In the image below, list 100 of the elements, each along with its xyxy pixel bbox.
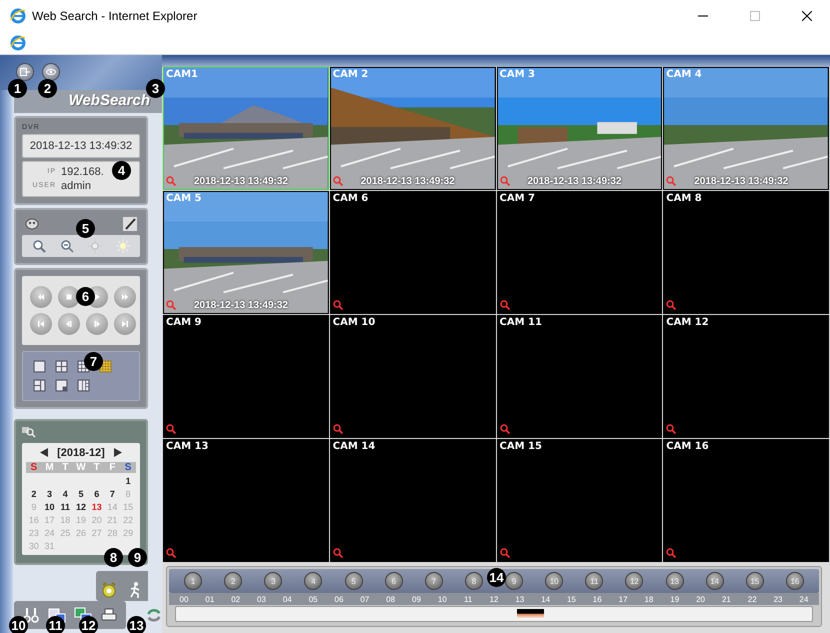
calendar-day[interactable]: 21 (104, 514, 120, 525)
calendar-day[interactable]: 9 (26, 502, 42, 512)
channel-button[interactable]: 15 (746, 572, 764, 590)
search-icon[interactable] (332, 548, 343, 558)
calendar-day[interactable]: 11 (57, 502, 74, 512)
search-icon[interactable] (166, 424, 176, 434)
channel-button[interactable]: 2 (224, 572, 242, 590)
calendar-day[interactable]: 4 (57, 488, 74, 499)
camera-tile[interactable]: CAM 12 (663, 315, 829, 438)
calendar-day[interactable]: 17 (42, 514, 58, 525)
camera-tile[interactable]: CAM 14 (330, 439, 496, 562)
calendar-day[interactable]: 19 (73, 514, 89, 525)
calendar-day[interactable]: 28 (104, 528, 120, 538)
timestamp: 2018-12-13 13:49:32 (194, 176, 288, 187)
channel-button[interactable]: 11 (585, 572, 604, 590)
layout-icon[interactable] (33, 360, 46, 373)
refresh-icon[interactable] (146, 606, 162, 624)
search-icon[interactable] (22, 426, 36, 438)
layout-icon[interactable] (55, 378, 68, 392)
layout-icon[interactable] (77, 378, 90, 392)
hour-label: 17 (618, 595, 629, 604)
camera-tile[interactable]: CAM 10 (330, 315, 496, 438)
calendar-day[interactable]: 1 (120, 476, 136, 486)
channel-button[interactable]: 13 (666, 572, 684, 590)
camera-tile[interactable]: CAM 8 (663, 191, 829, 314)
channel-button[interactable]: 14 (706, 572, 724, 590)
layout-icon[interactable] (33, 378, 46, 392)
channel-button[interactable]: 16 (786, 572, 804, 590)
calendar-day[interactable]: 6 (88, 488, 105, 499)
camera-tile[interactable]: CAM1 2018-12-13 13:49:32 (163, 67, 329, 190)
calendar-day[interactable]: 27 (88, 528, 105, 538)
pencil-icon[interactable] (122, 216, 138, 232)
calendar-day[interactable]: 20 (88, 514, 105, 525)
camera-tile[interactable]: CAM 6 (330, 191, 496, 314)
palette-icon[interactable] (24, 216, 40, 232)
search-icon[interactable] (666, 548, 676, 558)
channel-button[interactable]: 5 (344, 572, 363, 590)
camera-tile[interactable]: CAM 7 (496, 191, 662, 314)
calendar-day[interactable]: 14 (104, 502, 120, 512)
calendar-day[interactable]: 5 (73, 488, 89, 499)
search-icon[interactable] (332, 424, 343, 434)
calendar-day[interactable]: 10 (42, 502, 58, 512)
zoom-in-icon[interactable] (31, 238, 47, 254)
layout-icon[interactable] (55, 360, 68, 373)
search-icon[interactable] (332, 300, 343, 310)
channel-button[interactable]: 3 (264, 572, 282, 590)
calendar-day[interactable]: 16 (26, 514, 42, 525)
camera-tile[interactable]: CAM 5 2018-12-13 13:49:32 (163, 191, 329, 314)
exit-button[interactable] (16, 63, 34, 82)
calendar-day[interactable]: 15 (120, 502, 136, 512)
calendar-day[interactable]: 3 (42, 488, 58, 499)
zoom-out-icon[interactable] (59, 238, 75, 254)
camera-tile[interactable]: CAM 13 (163, 439, 329, 562)
calendar-day[interactable]: 22 (120, 514, 136, 525)
calendar-day[interactable]: 30 (26, 540, 42, 551)
timeline-track[interactable] (175, 606, 813, 622)
calendar-day[interactable]: 13 (88, 502, 105, 512)
calendar-day[interactable]: 8 (120, 488, 136, 499)
weekday-label: M (44, 462, 55, 473)
channel-button[interactable]: 8 (464, 572, 483, 590)
calendar-day[interactable]: 29 (120, 528, 136, 538)
calendar-day[interactable]: 7 (104, 488, 120, 499)
hour-label: 07 (359, 595, 370, 604)
eye-button[interactable] (42, 63, 60, 82)
channel-button[interactable]: 9 (505, 572, 524, 590)
channel-button[interactable]: 10 (545, 572, 564, 590)
hour-label: 03 (256, 595, 267, 604)
camera-tile[interactable]: CAM 2 2018-12-13 13:49:32 (330, 67, 496, 190)
next-month-icon[interactable] (112, 448, 122, 458)
search-icon[interactable] (666, 300, 676, 310)
calendar-day[interactable]: 24 (42, 528, 58, 538)
channel-button[interactable]: 4 (304, 572, 322, 590)
calendar-day[interactable]: 26 (73, 528, 89, 538)
channel-button[interactable]: 12 (625, 572, 644, 590)
calendar-day[interactable]: 2 (26, 488, 42, 499)
close-icon[interactable] (802, 11, 812, 21)
camera-tile[interactable]: CAM 9 (163, 315, 329, 438)
search-icon[interactable] (500, 300, 510, 310)
camera-tile[interactable]: CAM 11 (496, 315, 662, 438)
camera-tile[interactable]: CAM 3 2018-12-13 13:49:32 (496, 67, 662, 190)
previous-month-icon[interactable] (40, 448, 50, 458)
camera-tile[interactable]: CAM 4 2018-12-13 13:49:32 (663, 67, 829, 190)
search-icon[interactable] (500, 548, 510, 558)
camera-tile[interactable]: CAM 16 (663, 439, 829, 562)
search-icon[interactable] (500, 424, 510, 434)
calendar-day[interactable]: 31 (42, 540, 58, 551)
alarm-clock-icon[interactable] (100, 581, 118, 599)
search-icon[interactable] (166, 548, 176, 558)
calendar-day[interactable]: 12 (73, 502, 89, 512)
channel-button[interactable]: 6 (384, 572, 403, 590)
camera-tile[interactable]: CAM 15 (496, 439, 662, 562)
calendar-day[interactable]: 23 (26, 528, 42, 538)
channel-button[interactable]: 1 (184, 572, 202, 590)
search-icon[interactable] (666, 424, 676, 434)
hour-label: 00 (178, 595, 190, 604)
playback-button[interactable] (58, 286, 80, 308)
calendar-day[interactable]: 25 (57, 528, 74, 538)
calendar-day[interactable]: 18 (57, 514, 74, 525)
channel-button[interactable]: 7 (424, 572, 443, 590)
timestamp: 2018-12-13 13:49:32 (528, 176, 622, 187)
